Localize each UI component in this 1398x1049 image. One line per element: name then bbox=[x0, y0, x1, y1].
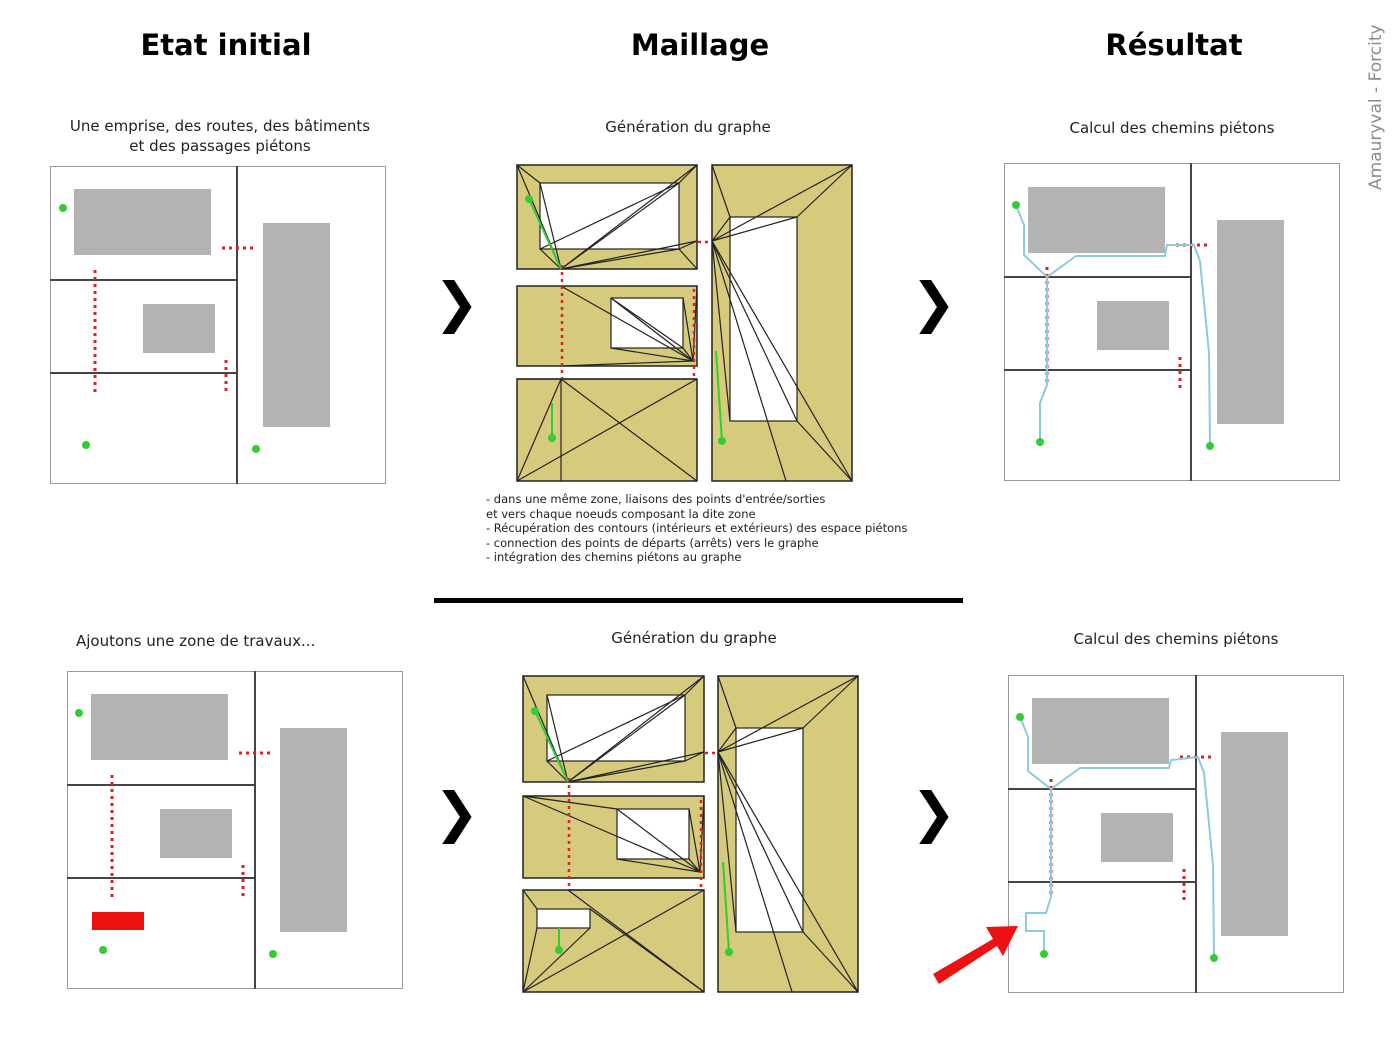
start-point bbox=[1036, 438, 1044, 446]
building bbox=[143, 304, 215, 353]
step-arrow-icon: ❯ bbox=[911, 271, 957, 334]
works-zone bbox=[92, 912, 144, 930]
start-point bbox=[82, 441, 90, 449]
bottom-result-diagram bbox=[1008, 675, 1344, 993]
start-point bbox=[269, 950, 277, 958]
building bbox=[280, 728, 347, 932]
start-point bbox=[1016, 713, 1024, 721]
building bbox=[74, 189, 211, 255]
top-result-caption: Calcul des chemins piétons bbox=[1069, 119, 1275, 137]
top-initial-diagram bbox=[50, 166, 386, 484]
step-arrow-icon: ❯ bbox=[434, 781, 480, 844]
building bbox=[1101, 813, 1173, 862]
mesh-note: - Récupération des contours (intérieurs … bbox=[486, 521, 908, 536]
building bbox=[91, 694, 228, 760]
bottom-initial-diagram bbox=[67, 671, 403, 989]
building bbox=[1221, 732, 1288, 936]
start-point bbox=[555, 946, 563, 954]
building-hole bbox=[729, 216, 798, 422]
highlight-arrow-shape bbox=[933, 926, 1018, 984]
start-point bbox=[548, 434, 556, 442]
start-point bbox=[99, 946, 107, 954]
works-zone-hole bbox=[536, 908, 591, 929]
step-arrow-icon: ❯ bbox=[434, 271, 480, 334]
start-point bbox=[718, 437, 726, 445]
start-point bbox=[725, 948, 733, 956]
building bbox=[1097, 301, 1169, 350]
highlight-arrow-icon bbox=[933, 926, 1018, 984]
start-point bbox=[59, 204, 67, 212]
top-initial-caption-line2: et des passages piétons bbox=[129, 137, 311, 155]
section-divider bbox=[434, 598, 963, 603]
start-point bbox=[1206, 442, 1214, 450]
bottom-mesh-caption: Génération du graphe bbox=[611, 629, 777, 647]
start-point bbox=[1012, 201, 1020, 209]
mesh-note: - intégration des chemins piétons au gra… bbox=[486, 550, 742, 565]
mesh-notes: - dans une même zone, liaisons des point… bbox=[486, 492, 907, 565]
start-point bbox=[252, 445, 260, 453]
mesh-note: - connection des points de départs (arrê… bbox=[486, 535, 819, 550]
mesh-note: - dans une même zone, liaisons des point… bbox=[486, 492, 826, 506]
building bbox=[1032, 698, 1169, 764]
start-point bbox=[1040, 950, 1048, 958]
bottom-result-caption: Calcul des chemins piétons bbox=[1073, 630, 1279, 648]
building bbox=[1217, 220, 1284, 424]
column-title-mesh: Maillage bbox=[630, 28, 770, 62]
building bbox=[1028, 187, 1165, 253]
column-title-initial: Etat initial bbox=[140, 28, 312, 62]
top-initial-caption: Une emprise, des routes, des bâtiments e… bbox=[40, 116, 400, 156]
step-arrow-icon: ❯ bbox=[911, 781, 957, 844]
column-title-result: Résultat bbox=[1105, 28, 1243, 62]
top-mesh-diagram bbox=[516, 164, 853, 482]
start-point bbox=[75, 709, 83, 717]
building bbox=[263, 223, 330, 427]
bottom-initial-caption: Ajoutons une zone de travaux... bbox=[76, 632, 316, 650]
top-initial-caption-line1: Une emprise, des routes, des bâtiments bbox=[69, 117, 371, 135]
mesh-note: et vers chaque noeuds composant la dite … bbox=[486, 506, 756, 521]
building bbox=[160, 809, 232, 858]
top-mesh-caption: Génération du graphe bbox=[605, 118, 771, 136]
start-point bbox=[1210, 954, 1218, 962]
building-hole bbox=[735, 727, 804, 933]
bottom-mesh-diagram bbox=[522, 675, 859, 993]
start-point bbox=[525, 195, 533, 203]
author-watermark: Amauryval - Forcity bbox=[1366, 24, 1386, 190]
start-point bbox=[531, 707, 539, 715]
top-result-diagram bbox=[1004, 163, 1340, 481]
